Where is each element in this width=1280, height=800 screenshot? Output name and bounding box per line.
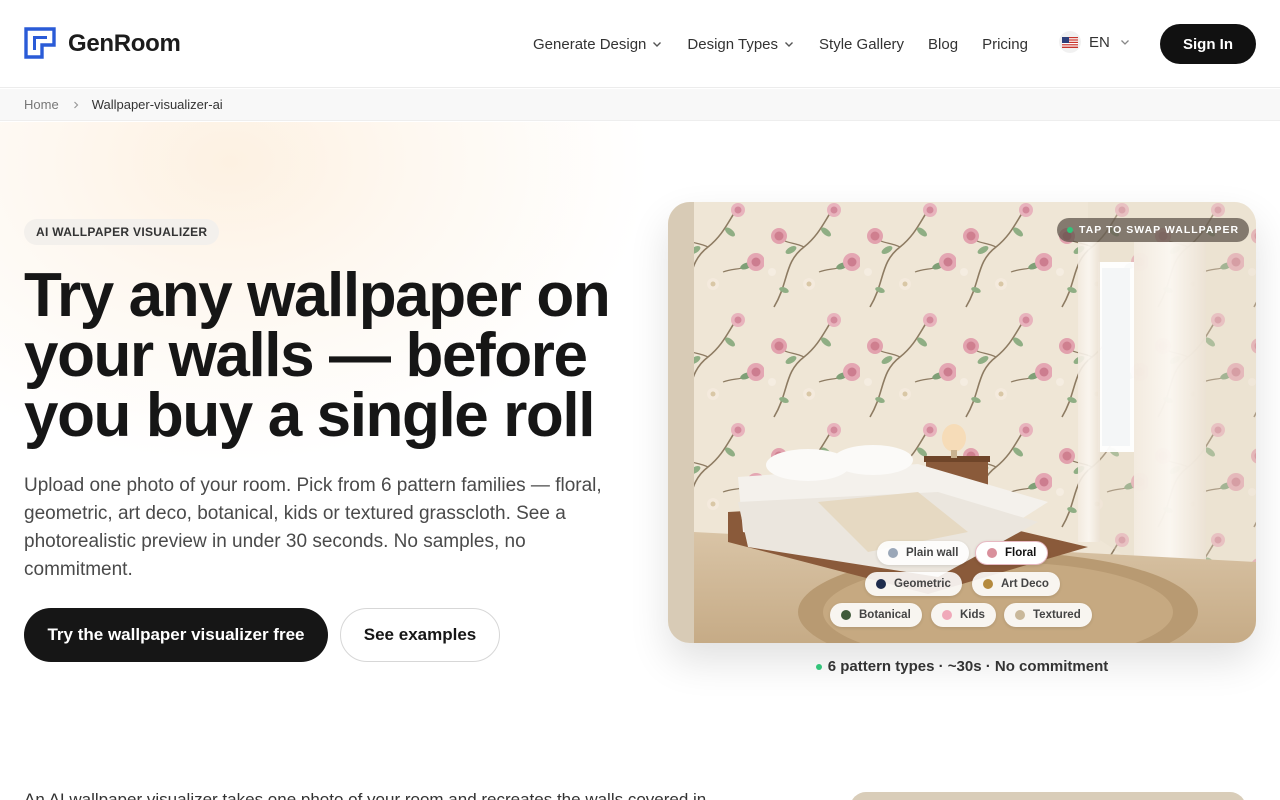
preview-caption: 6 pattern types · ~30s · No commitment — [668, 658, 1256, 675]
chip-label: Kids — [960, 609, 985, 621]
swap-tag-label: TAP TO SWAP WALLPAPER — [1079, 224, 1240, 236]
chip-geometric[interactable]: Geometric — [865, 572, 962, 596]
nav-pricing[interactable]: Pricing — [982, 36, 1028, 53]
nav-design-types[interactable]: Design Types — [687, 36, 795, 53]
caption-text: 6 pattern types · ~30s · No commitment — [827, 658, 1109, 675]
nav-label: Blog — [928, 35, 959, 53]
breadcrumb: Home Wallpaper-visualizer-ai — [0, 89, 1280, 121]
breadcrumb-home-link[interactable]: Home — [24, 97, 59, 112]
chip-label: Art Deco — [1001, 578, 1049, 590]
main-nav: Generate Design Design Types Style Galle… — [533, 0, 1052, 88]
nav-label: Style Gallery — [819, 35, 905, 53]
brand-logo[interactable]: GenRoom — [24, 27, 181, 60]
chip-label: Plain wall — [906, 547, 959, 559]
swatch-icon — [1015, 610, 1025, 620]
swatch-icon — [888, 548, 898, 558]
nav-label: Design Types — [687, 35, 779, 53]
nav-blog[interactable]: Blog — [928, 36, 958, 53]
chip-label: Floral — [1005, 547, 1037, 559]
intro-paragraph: An AI wallpaper visualizer takes one pho… — [24, 790, 721, 800]
chip-label: Geometric — [894, 578, 951, 590]
swatch-icon — [841, 610, 851, 620]
nav-generate-design[interactable]: Generate Design — [533, 36, 663, 53]
room-preview[interactable]: TAP TO SWAP WALLPAPER Plain wall Floral … — [668, 202, 1256, 643]
site-header: GenRoom Generate Design Design Types Sty… — [0, 0, 1280, 88]
see-examples-button[interactable]: See examples — [340, 608, 500, 662]
chip-label: Botanical — [859, 609, 911, 621]
hero-subtext: Upload one photo of your room. Pick from… — [24, 475, 602, 580]
chip-label: Textured — [1033, 609, 1081, 621]
brand-name: GenRoom — [68, 29, 181, 57]
chevron-down-icon — [785, 42, 794, 47]
room-image — [668, 202, 1256, 643]
chip-plain-wall[interactable]: Plain wall — [877, 541, 970, 565]
sign-in-button[interactable]: Sign In — [1160, 24, 1256, 64]
status-dot-icon — [1067, 227, 1073, 233]
swatch-icon — [942, 610, 952, 620]
us-flag-icon — [1059, 31, 1081, 53]
status-dot-icon — [815, 663, 822, 670]
chip-textured[interactable]: Textured — [1004, 603, 1092, 627]
language-selector[interactable]: EN — [1059, 31, 1131, 53]
below-image-card — [850, 792, 1246, 800]
chevron-right-icon — [73, 101, 79, 108]
nav-label: Generate Design — [533, 35, 647, 53]
try-visualizer-button[interactable]: Try the wallpaper visualizer free — [24, 608, 328, 662]
swatch-icon — [987, 548, 997, 558]
chip-botanical[interactable]: Botanical — [830, 603, 922, 627]
language-label: EN — [1089, 33, 1110, 51]
nav-style-gallery[interactable]: Style Gallery — [819, 36, 904, 53]
chip-kids[interactable]: Kids — [931, 603, 996, 627]
hero-badge: AI WALLPAPER VISUALIZER — [24, 219, 220, 245]
swatch-icon — [983, 579, 993, 589]
swap-wallpaper-tag: TAP TO SWAP WALLPAPER — [1057, 218, 1250, 242]
chevron-down-icon — [653, 42, 662, 47]
hero-headline: Try any wallpaper on your walls — before… — [24, 261, 611, 450]
chevron-down-icon — [1120, 40, 1129, 45]
swatch-icon — [876, 579, 886, 589]
breadcrumb-current: Wallpaper-visualizer-ai — [91, 97, 223, 112]
nav-label: Pricing — [982, 35, 1028, 53]
chip-floral[interactable]: Floral — [975, 541, 1049, 565]
logo-icon — [24, 27, 56, 59]
chip-art-deco[interactable]: Art Deco — [972, 572, 1060, 596]
